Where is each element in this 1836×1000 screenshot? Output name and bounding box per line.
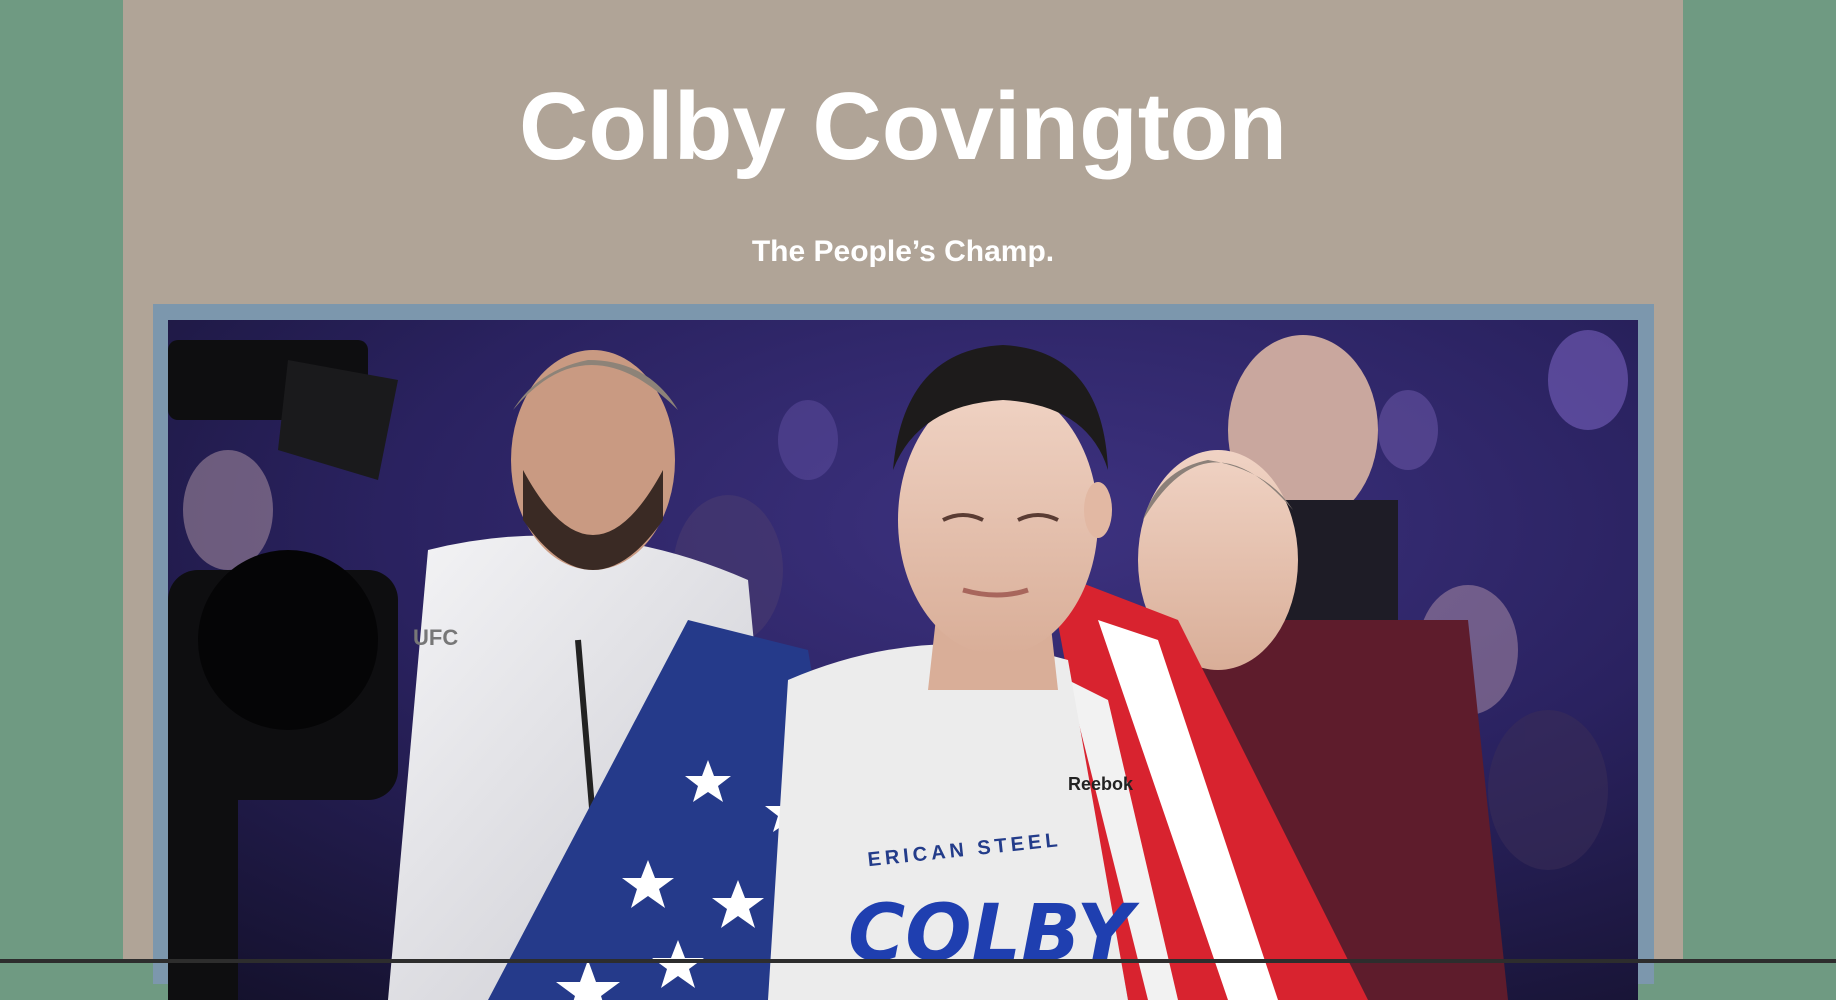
- brand-logo: Reebok: [1068, 774, 1134, 794]
- fighter-head: [898, 385, 1098, 655]
- content-panel: Colby Covington The People’s Champ. UFC …: [123, 0, 1683, 1000]
- shirt-text-main: COLBY: [848, 889, 1140, 979]
- page-subtitle: The People’s Champ.: [751, 235, 1055, 268]
- fighter-walkout-illustration: UFC ERICAN STEEL COLBY Reebok: [168, 320, 1638, 1000]
- hero-photo: UFC ERICAN STEEL COLBY Reebok: [168, 320, 1638, 1000]
- page-title: Colby Covington: [519, 73, 1287, 180]
- hoodie-logo: UFC: [413, 625, 458, 650]
- bottom-edge-line: [0, 959, 1836, 963]
- hero-photo-frame: UFC ERICAN STEEL COLBY Reebok: [153, 304, 1654, 1000]
